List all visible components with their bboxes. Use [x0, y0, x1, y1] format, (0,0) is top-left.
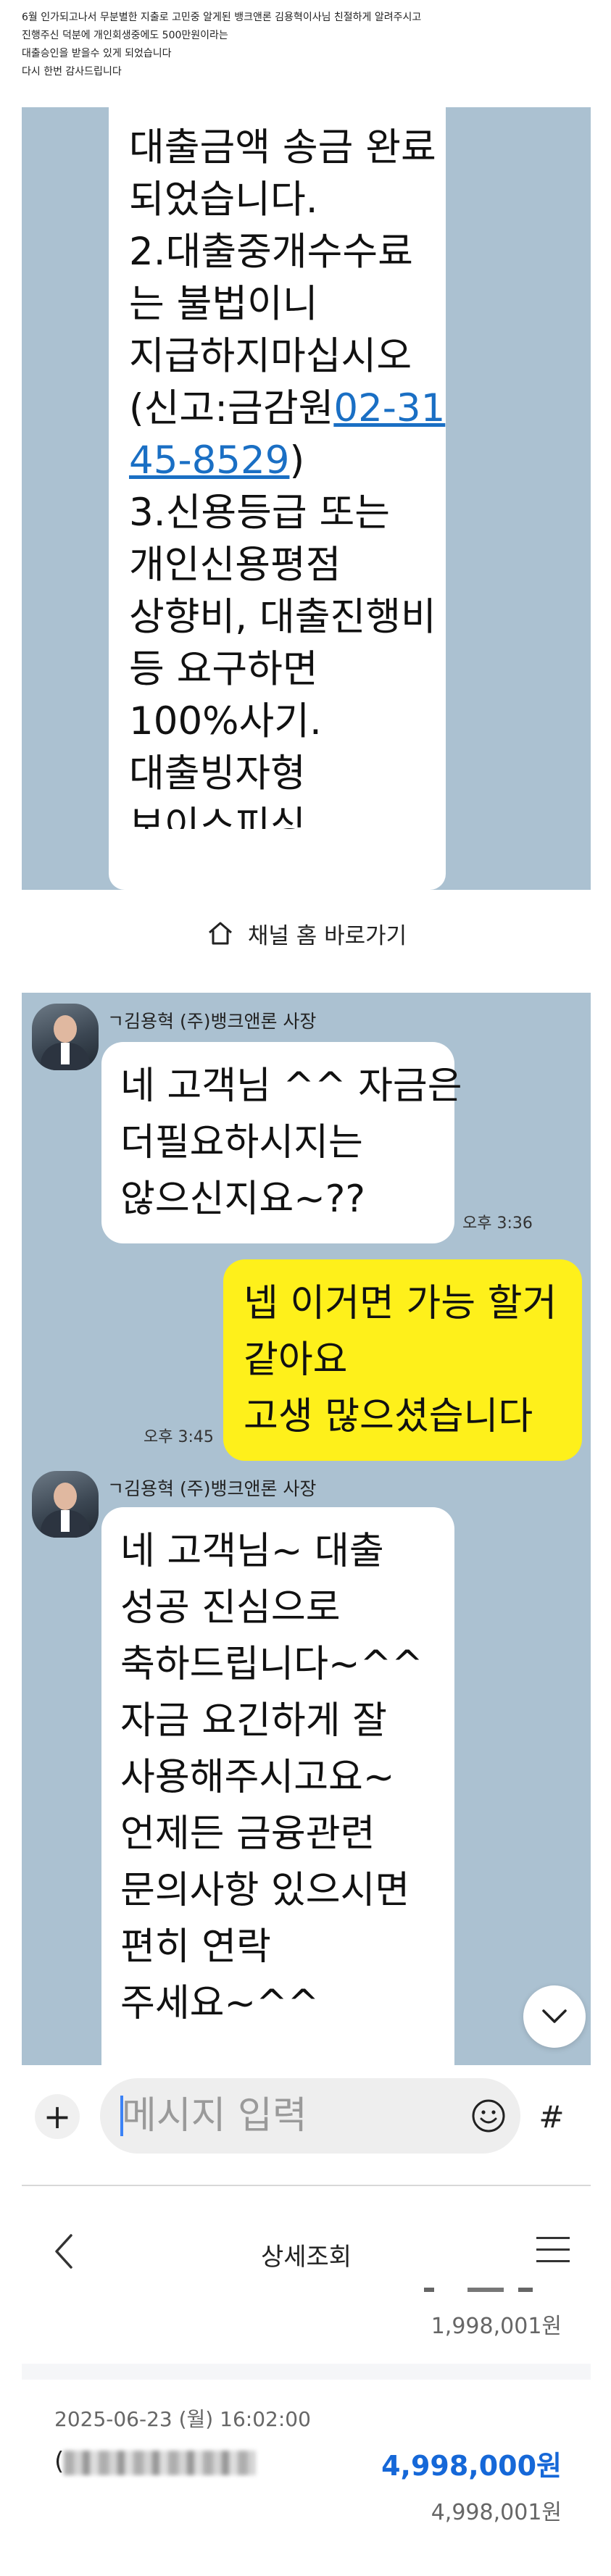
balance-after: 1,998,001원 [431, 2314, 562, 2339]
message-line: 45-8529) [129, 435, 430, 487]
avatar[interactable] [32, 1004, 99, 1070]
divider [0, 977, 611, 993]
message-line: 되었습니다. [129, 178, 318, 222]
sender-name: ㄱ김용혁 (주)뱅크앤론 사장 [107, 1478, 317, 1499]
message-line: 성공 진심으로 [120, 1586, 341, 1630]
message-input[interactable] [100, 2078, 520, 2154]
sender-name: ㄱ김용혁 (주)뱅크앤론 사장 [107, 1011, 317, 1032]
message-line: 더필요하시지는 [120, 1121, 363, 1164]
transaction-name: ( [54, 2447, 257, 2476]
message-input-bar: + # [22, 2065, 591, 2167]
blurred-name [64, 2450, 257, 2475]
sent-message-bubble[interactable]: 넵 이거면 가능 할거 같아요 고생 많으셨습니다 [223, 1259, 582, 1461]
cropped-text-fragment [424, 2288, 533, 2292]
menu-icon[interactable] [536, 2237, 570, 2266]
divider [22, 2364, 591, 2380]
message-line: 보이스피싱 [129, 804, 306, 829]
message-time: 오후 3:36 [462, 1214, 533, 1233]
caption-text: 6월 인가되고나서 무분별한 지출로 고민중 알게된 뱅크앤론 김용혁이사님 친… [22, 9, 594, 81]
home-icon [208, 922, 232, 945]
message-line: 등 요구하면 [129, 647, 318, 691]
message-line: 문의사항 있으시면 [120, 1869, 410, 1912]
message-line: 3.신용등급 또는 [129, 491, 390, 535]
message-line: 개인신용평점 [129, 543, 341, 587]
message-line: 는 불법이니 [129, 282, 318, 326]
transaction-date: 2025-06-23 (월) 16:02:00 [54, 2407, 311, 2431]
caption-line: 6월 인가되고나서 무분별한 지출로 고민중 알게된 뱅크앤론 김용혁이사님 친… [22, 12, 422, 23]
caption-line: 다시 한번 감사드립니다 [22, 66, 122, 78]
message-line: 주세요~^^ [120, 1982, 320, 2025]
message-time: 오후 3:45 [144, 1428, 214, 1446]
emoji-icon[interactable] [470, 2097, 507, 2135]
text-cursor [120, 2096, 123, 2136]
message-input-container [100, 2078, 520, 2154]
scroll-down-button[interactable] [523, 1985, 586, 2048]
message-line: 2.대출중개수수료 [129, 230, 413, 274]
message-line: 언제든 금융관련 [120, 1812, 375, 1856]
received-message-bubble[interactable]: 네 고객님~ 대출 성공 진심으로 축하드립니다~^^ 자금 요긴하게 잘 사용… [101, 1507, 454, 2065]
chevron-down-icon [542, 2009, 567, 2023]
message-line: 대출빙자형 [129, 751, 306, 796]
caption-line: 대출승인을 받을수 있게 되었습니다 [22, 48, 172, 59]
message-line: 고생 많으셨습니다 [244, 1395, 533, 1438]
name-prefix: ( [54, 2447, 65, 2476]
bank-detail-screenshot: 상세조회 1,998,001원 2025-06-23 (월) 16:02:00 … [22, 2185, 591, 2576]
message-line: 사용해주시고요~ [120, 1756, 395, 1799]
message-line: 자금 요긴하게 잘 [120, 1699, 387, 1743]
message-line: 지급하지마십시오 [129, 334, 412, 378]
message-line: 네 고객님~ 대출 [120, 1530, 384, 1573]
phone-link[interactable]: 45-8529 [129, 438, 289, 483]
message-line: 않으신지요~?? [120, 1177, 365, 1221]
avatar[interactable] [32, 1471, 99, 1538]
channel-home-button[interactable]: 채널 홈 바로가기 [22, 890, 591, 977]
chat-screenshot-messages: ㄱ김용혁 (주)뱅크앤론 사장 네 고객님 ^^ 자금은 더필요하시지는 않으신… [22, 993, 591, 2065]
caption-line: 진행주신 덕분에 개인회생중에도 500만원이라는 [22, 30, 228, 41]
paren-close: ) [289, 438, 305, 483]
message-line: (신고:금감원02-31 [129, 383, 445, 435]
hashtag-button[interactable]: # [529, 2094, 574, 2139]
notice-message-bubble: 대출금액 송금 완료 되었습니다. 2.대출중개수수료 는 불법이니 지급하지마… [109, 107, 446, 890]
message-line: 넵 이거면 가능 할거 [244, 1282, 557, 1325]
message-line: 상향비, 대출진행비 [129, 595, 436, 639]
message-line: 100%사기. [129, 699, 322, 743]
message-line: 대출금액 송금 완료 [129, 125, 436, 170]
message-line: 같아요 [244, 1338, 348, 1382]
page-title: 상세조회 [260, 2243, 352, 2272]
chat-screenshot-top: 대출금액 송금 완료 되었습니다. 2.대출중개수수료 는 불법이니 지급하지마… [22, 107, 591, 890]
phone-link[interactable]: 02-31 [333, 386, 445, 430]
message-line: 편히 연락 [120, 1925, 271, 1969]
report-label: (신고:금감원 [129, 386, 334, 430]
transaction-amount: 4,998,000원 [381, 2450, 562, 2482]
message-line: 축하드립니다~^^ [120, 1643, 423, 1686]
received-message-bubble[interactable]: 네 고객님 ^^ 자금은 더필요하시지는 않으신지요~?? [101, 1042, 462, 1243]
message-line: 네 고객님 ^^ 자금은 [120, 1064, 462, 1108]
balance-after: 4,998,001원 [431, 2500, 562, 2525]
channel-home-label: 채널 홈 바로가기 [247, 922, 407, 949]
attach-plus-button[interactable]: + [35, 2094, 80, 2139]
